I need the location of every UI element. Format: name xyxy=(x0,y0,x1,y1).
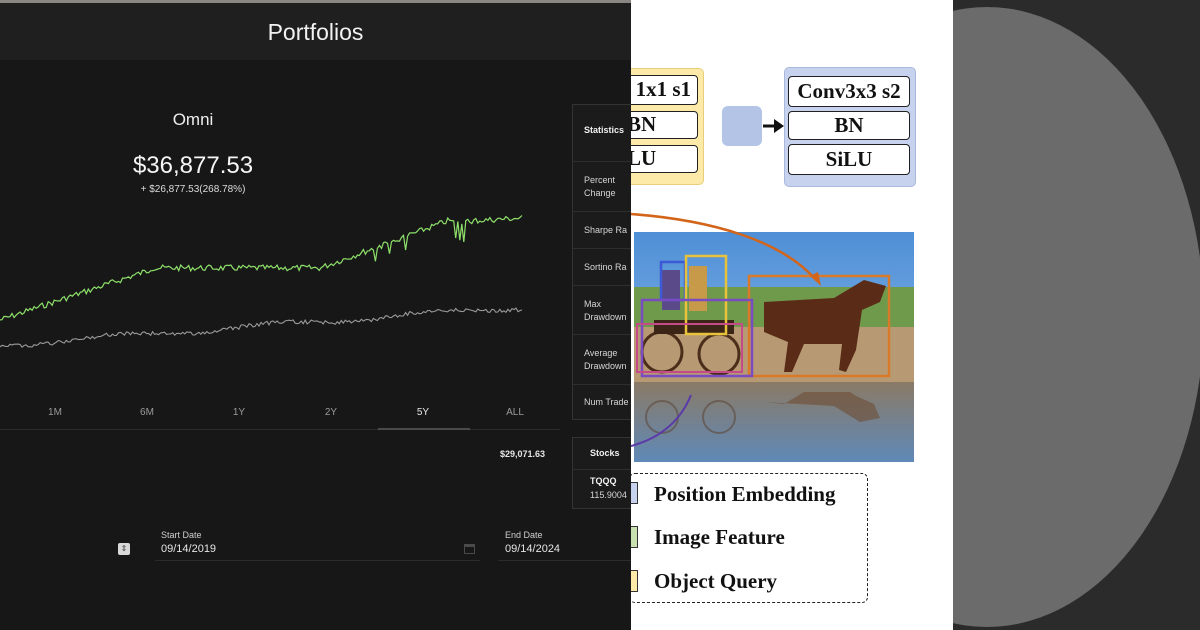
stocks-divider xyxy=(573,469,631,470)
paper-figure: 1x1 s1 BN LU Conv3x3 s2 BN SiLU Position… xyxy=(631,0,953,630)
stat-label-line: Num Trade xyxy=(584,397,629,407)
legend-image-feature: Image Feature xyxy=(654,525,785,549)
annotation-arrows xyxy=(631,212,821,447)
silu-label-2: SiLU xyxy=(788,144,910,175)
stock-quantity: 115.9004 xyxy=(590,490,627,500)
stat-row: Sharpe Ra xyxy=(573,211,631,249)
range-tab-all[interactable]: ALL xyxy=(495,407,535,418)
background-decor xyxy=(953,0,1200,630)
portfolio-name: Omni xyxy=(172,110,214,129)
start-date-input[interactable]: 09/14/2019 xyxy=(161,543,216,555)
start-date-label: Start Date xyxy=(161,530,202,540)
stat-row: Average Drawdown xyxy=(573,334,631,385)
figure-legend: Position Embedding Image Feature Object … xyxy=(631,473,868,603)
conv1x1-block: 1x1 s1 BN LU xyxy=(631,68,704,185)
legend-object-query: Object Query xyxy=(654,569,778,593)
stat-label-line: Drawdown xyxy=(584,312,627,322)
bn-label-1: BN xyxy=(631,111,698,139)
stat-label-line: Change xyxy=(584,188,616,198)
end-date-input[interactable]: 09/14/2024 xyxy=(505,543,560,555)
range-tab-2y[interactable]: 2Y xyxy=(311,407,351,418)
stat-label-line: Sortino Ra xyxy=(584,262,627,272)
header-bar: Portfolios xyxy=(0,3,631,60)
range-divider xyxy=(0,429,560,430)
range-tab-1m[interactable]: 1M xyxy=(35,407,75,418)
statistics-heading: Statistics xyxy=(584,125,625,135)
stat-row: Sortino Ra xyxy=(573,248,631,286)
stat-row: Max Drawdown xyxy=(573,285,631,335)
stat-label-line: Drawdown xyxy=(584,361,627,371)
gray-circle-shape xyxy=(953,7,1200,627)
legend-position-embedding: Position Embedding xyxy=(654,482,836,506)
stat-row: Percent Change xyxy=(573,161,631,212)
performance-chart[interactable] xyxy=(0,210,560,360)
statistics-card: Statistics Percent Change Sharpe Ra Sortino… xyxy=(572,104,631,420)
end-date-label: End Date xyxy=(505,530,543,540)
range-tab-5y[interactable]: 5Y xyxy=(403,407,443,418)
stat-label-line: Average xyxy=(584,348,618,358)
stat-label: Max Drawdown xyxy=(584,298,627,324)
stat-label-line: Percent xyxy=(584,175,616,185)
conv1x1-label: 1x1 s1 xyxy=(631,75,698,105)
stocks-card: Stocks TQQQ 115.9004 xyxy=(572,437,631,509)
stocks-heading: Stocks xyxy=(590,448,620,458)
bn-label-2: BN xyxy=(788,111,910,140)
silu-label-1: LU xyxy=(631,145,698,173)
image-feature-swatch xyxy=(631,526,638,548)
secondary-amount: $29,071.63 xyxy=(500,449,546,459)
portfolio-value: $36,877.53 xyxy=(132,152,254,179)
stat-label: Num Trade xyxy=(584,396,629,409)
calendar-icon[interactable] xyxy=(464,543,475,554)
feature-square xyxy=(722,106,762,146)
conv3x3-block: Conv3x3 s2 BN SiLU xyxy=(784,67,916,187)
stepper-icon[interactable]: ⇕ xyxy=(118,543,130,555)
benchmark-series-line xyxy=(0,307,523,348)
stat-label: Sortino Ra xyxy=(584,261,627,274)
portfolio-series-line xyxy=(0,215,523,321)
stat-label-line: Sharpe Ra xyxy=(584,225,628,235)
active-range-indicator xyxy=(378,428,470,430)
right-arrow-icon xyxy=(763,119,784,133)
stat-label: Average Drawdown xyxy=(584,347,627,373)
stock-ticker[interactable]: TQQQ xyxy=(590,476,617,486)
stat-label: Sharpe Ra xyxy=(584,224,627,237)
portfolio-app: Portfolios Omni $36,877.53 + $26,877.53(… xyxy=(0,0,631,630)
start-date-underline xyxy=(155,560,480,561)
stat-label-line: Max xyxy=(584,299,602,309)
page-title: Portfolios xyxy=(267,19,364,45)
object-query-swatch xyxy=(631,570,638,592)
range-tab-1y[interactable]: 1Y xyxy=(219,407,259,418)
end-date-underline xyxy=(498,560,631,561)
range-tab-6m[interactable]: 6M xyxy=(127,407,167,418)
conv3x3-label: Conv3x3 s2 xyxy=(788,76,910,107)
stat-label: Percent Change xyxy=(584,174,616,200)
stat-row: Num Trade xyxy=(573,384,631,419)
portfolio-change: + $26,877.53(268.78%) xyxy=(140,184,246,195)
position-embedding-swatch xyxy=(631,482,638,504)
